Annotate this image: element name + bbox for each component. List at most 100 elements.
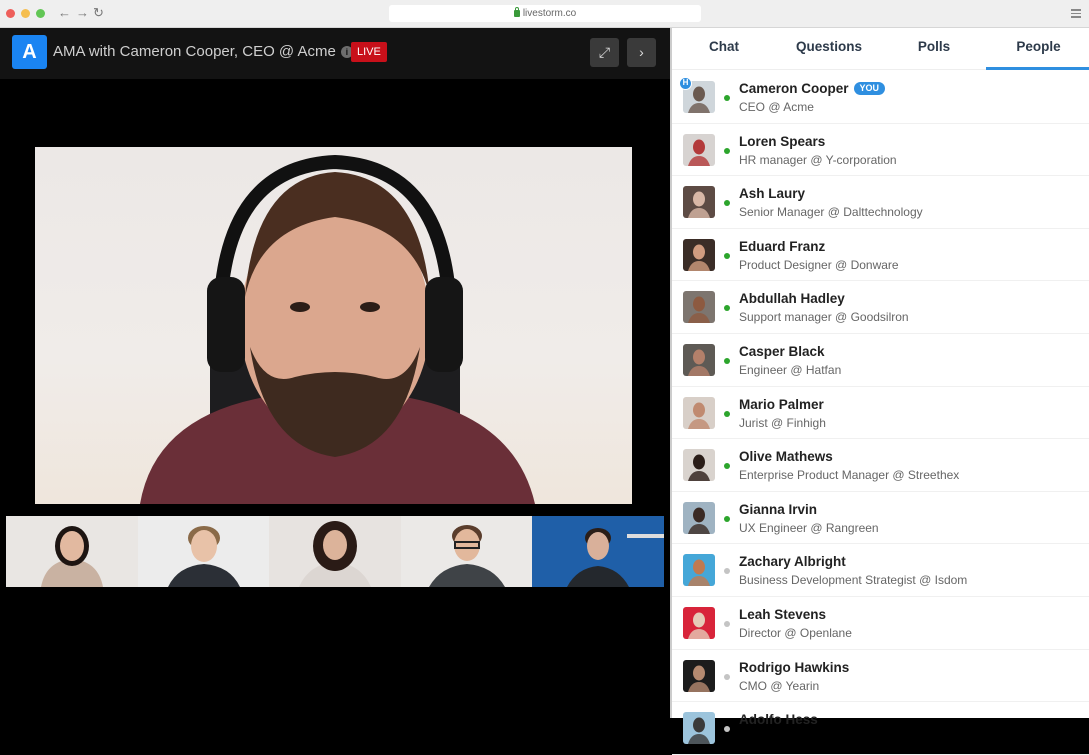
person-role: Jurist @ Finhigh	[739, 415, 826, 430]
list-item[interactable]: Adolfo Hess	[672, 702, 1089, 755]
list-item[interactable]: Loren Spears HR manager @ Y-corporation	[672, 124, 1089, 177]
list-item[interactable]: Zachary Albright Business Development Str…	[672, 544, 1089, 597]
person-name-text: Zachary Albright	[739, 554, 846, 570]
hamburger-menu-icon[interactable]	[1071, 9, 1081, 18]
list-item[interactable]: Mario Palmer Jurist @ Finhigh	[672, 387, 1089, 440]
avatar[interactable]	[683, 238, 715, 271]
person-role: UX Engineer @ Rangreen	[739, 520, 879, 535]
avatar-image	[683, 396, 715, 429]
avatar[interactable]	[683, 606, 715, 639]
person-name: Eduard Franz	[739, 239, 825, 254]
list-item[interactable]: Eduard Franz Product Designer @ Donware	[672, 229, 1089, 282]
close-window-button[interactable]	[6, 9, 15, 18]
thumb-frame-2	[137, 516, 270, 587]
reload-icon[interactable]: ↻	[93, 5, 104, 21]
online-status-dot	[724, 252, 730, 259]
participant-thumbnail[interactable]	[269, 516, 401, 587]
person-role: Engineer @ Hatfan	[739, 362, 842, 377]
avatar[interactable]	[683, 659, 715, 692]
avatar[interactable]	[683, 712, 715, 745]
list-item[interactable]: Casper Black Engineer @ Hatfan	[672, 334, 1089, 387]
person-name: Casper Black	[739, 344, 825, 359]
person-name-text: Ash Laury	[739, 186, 806, 202]
person-name-text: Eduard Franz	[739, 238, 826, 254]
avatar[interactable]	[683, 343, 715, 376]
offline-status-dot	[724, 620, 730, 627]
toggle-sidebar-button[interactable]: ›	[627, 38, 656, 67]
avatar[interactable]	[683, 291, 715, 324]
tab-people[interactable]: People	[986, 28, 1089, 70]
chevron-right-icon: ›	[639, 44, 644, 60]
participant-thumbnails	[6, 516, 664, 587]
list-item[interactable]: Rodrigo Hawkins CMO @ Yearin	[672, 650, 1089, 703]
main-speaker-video[interactable]	[35, 147, 632, 504]
list-item[interactable]: Leah Stevens Director @ Openlane	[672, 597, 1089, 650]
person-role: Senior Manager @ Dalttechnology	[739, 205, 923, 220]
expand-icon: ⤢	[598, 44, 611, 60]
avatar[interactable]	[683, 449, 715, 482]
event-header: A AMA with Cameron Cooper, CEO @ Acme i L…	[0, 28, 670, 79]
event-title: AMA with Cameron Cooper, CEO @ Acme i	[53, 43, 353, 60]
address-bar[interactable]: livestorm.co	[389, 5, 701, 22]
list-item[interactable]: Gianna Irvin UX Engineer @ Rangreen	[672, 492, 1089, 545]
person-name-text: Mario Palmer	[739, 396, 824, 412]
participant-thumbnail[interactable]	[532, 516, 664, 587]
avatar[interactable]	[683, 133, 715, 166]
avatar-image	[683, 133, 715, 166]
avatar-image	[683, 712, 715, 745]
person-name-text: Adolfo Hess	[739, 712, 818, 728]
participant-thumbnail[interactable]	[400, 516, 533, 587]
sidebar-tabs: Chat Questions Polls People	[672, 28, 1089, 70]
url-text: livestorm.co	[522, 8, 577, 19]
host-badge: H	[679, 77, 692, 90]
avatar[interactable]	[683, 501, 715, 534]
thumb-frame-5	[532, 516, 664, 587]
person-name: Zachary Albright	[739, 554, 846, 569]
avatar-image	[683, 659, 715, 692]
person-name: Cameron Cooper YOU	[739, 81, 886, 96]
participant-thumbnail[interactable]	[6, 516, 138, 587]
online-status-dot	[724, 515, 730, 522]
lock-icon	[513, 7, 520, 17]
person-role: Business Development Strategist @ Isdom	[739, 573, 968, 588]
participant-thumbnail[interactable]	[137, 516, 270, 587]
live-badge: LIVE	[351, 42, 387, 62]
avatar-image	[683, 606, 715, 639]
tab-questions[interactable]: Questions	[776, 28, 882, 70]
person-role: Support manager @ Goodsilron	[739, 310, 909, 325]
person-name: Ash Laury	[739, 186, 805, 201]
offline-status-dot	[724, 673, 730, 680]
person-name: Olive Mathews	[739, 449, 833, 464]
person-role: Enterprise Product Manager @ Streethex	[739, 468, 960, 483]
avatar-image	[683, 449, 715, 482]
forward-arrow-icon[interactable]: →	[76, 5, 89, 21]
fullscreen-button[interactable]: ⤢	[590, 38, 619, 67]
person-name: Adolfo Hess	[739, 712, 818, 727]
browser-toolbar: ← → ↻ livestorm.co	[0, 0, 1089, 28]
tab-chat[interactable]: Chat	[672, 28, 776, 70]
online-status-dot	[724, 147, 730, 154]
minimize-window-button[interactable]	[21, 9, 30, 18]
avatar-image	[683, 291, 715, 324]
maximize-window-button[interactable]	[36, 9, 45, 18]
person-name-text: Loren Spears	[739, 133, 826, 149]
list-item[interactable]: H Cameron Cooper YOU CEO @ Acme	[672, 71, 1089, 124]
list-item[interactable]: Abdullah Hadley Support manager @ Goodsil…	[672, 281, 1089, 334]
list-item[interactable]: Olive Mathews Enterprise Product Manager …	[672, 439, 1089, 492]
eye-left	[290, 302, 310, 312]
person-role: CMO @ Yearin	[739, 678, 820, 693]
avatar[interactable]	[683, 554, 715, 587]
event-title-text: AMA with Cameron Cooper, CEO @ Acme	[53, 43, 336, 60]
avatar[interactable]	[683, 396, 715, 429]
sidebar: Chat Questions Polls People H Cameron Co…	[670, 28, 1089, 755]
online-status-dot	[724, 410, 730, 417]
eye-right	[360, 302, 380, 312]
avatar[interactable]	[683, 186, 715, 219]
back-arrow-icon[interactable]: ←	[58, 5, 71, 21]
tab-polls[interactable]: Polls	[882, 28, 986, 70]
avatar-image	[683, 554, 715, 587]
online-status-dot	[724, 357, 730, 364]
person-role: Director @ Openlane	[739, 625, 852, 640]
list-item[interactable]: Ash Laury Senior Manager @ Dalttechnology	[672, 176, 1089, 229]
person-name-text: Cameron Cooper	[739, 81, 849, 96]
